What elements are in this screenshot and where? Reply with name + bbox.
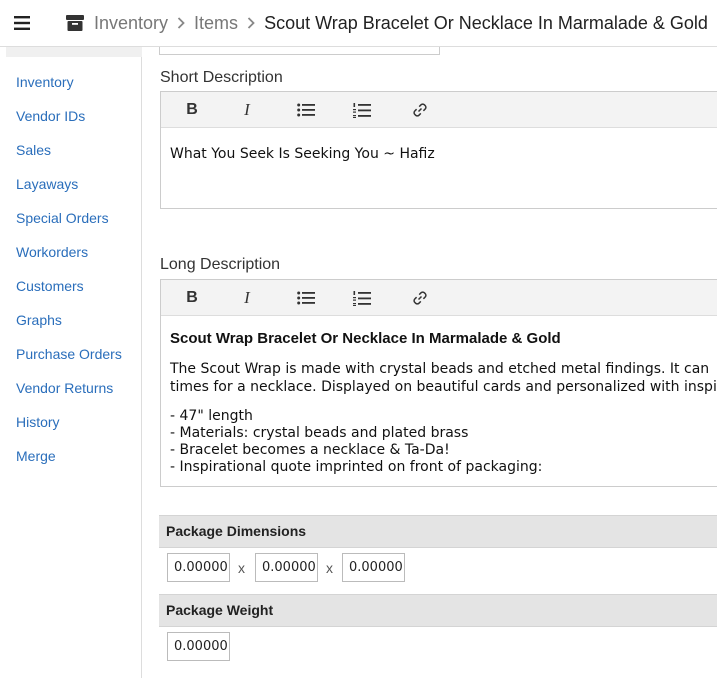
short-description-editor: B I What You Seek Is Seeking You ~ Hafiz xyxy=(160,91,717,209)
sidebar-item-graphs[interactable]: Graphs xyxy=(0,306,141,340)
package-length-input[interactable]: 0.00000 xyxy=(167,553,230,582)
bullet-line: - Inspirational quote imprinted on front… xyxy=(170,459,543,475)
short-description-text[interactable]: What You Seek Is Seeking You ~ Hafiz xyxy=(161,128,717,208)
short-description-label: Short Description xyxy=(160,69,283,86)
sidebar-item-vendor-returns[interactable]: Vendor Returns xyxy=(0,374,141,408)
numbered-list-icon[interactable] xyxy=(347,280,377,316)
long-description-heading: Scout Wrap Bracelet Or Necklace In Marma… xyxy=(170,330,561,347)
sidebar-item-sales[interactable]: Sales xyxy=(0,136,141,170)
bullet-line: - Materials: crystal beads and plated br… xyxy=(170,425,469,441)
menu-icon[interactable] xyxy=(0,0,44,46)
chevron-right-icon xyxy=(177,17,185,29)
package-height-input[interactable]: 0.00000 xyxy=(342,553,405,582)
bulleted-list-icon[interactable] xyxy=(291,280,321,316)
dimension-separator: x xyxy=(326,560,333,576)
sidebar-item-history[interactable]: History xyxy=(0,408,141,442)
sidebar-item-inventory[interactable]: Inventory xyxy=(0,68,141,102)
dimension-separator: x xyxy=(238,560,245,576)
sidebar-item-layaways[interactable]: Layaways xyxy=(0,170,141,204)
long-description-paragraph-line: The Scout Wrap is made with crystal bead… xyxy=(170,361,710,377)
editor-toolbar: B I xyxy=(161,280,717,316)
sidebar-item-merge[interactable]: Merge xyxy=(0,442,141,476)
breadcrumb-inventory[interactable]: Inventory xyxy=(94,13,168,34)
previous-field[interactable] xyxy=(159,47,440,55)
archive-icon xyxy=(66,14,84,32)
sidebar-item-special-orders[interactable]: Special Orders xyxy=(0,204,141,238)
package-weight-header: Package Weight xyxy=(159,594,717,627)
sidebar-item-purchase-orders[interactable]: Purchase Orders xyxy=(0,340,141,374)
long-description-editor: B I Scout Wrap Bracelet Or Necklace In M… xyxy=(160,279,717,487)
bold-icon[interactable]: B xyxy=(177,280,207,316)
sidebar-nav: Inventory Vendor IDs Sales Layaways Spec… xyxy=(0,68,141,476)
link-icon[interactable] xyxy=(405,280,435,316)
sidebar-item-workorders[interactable]: Workorders xyxy=(0,238,141,272)
main-content: Short Description B I What You Seek Is S… xyxy=(142,47,717,678)
editor-toolbar: B I xyxy=(161,92,717,128)
bullet-line: - 47" length xyxy=(170,408,253,424)
long-description-bullets: - 47" length - Materials: crystal beads … xyxy=(170,408,717,476)
breadcrumb-current-item: Scout Wrap Bracelet Or Necklace In Marma… xyxy=(264,12,708,33)
sidebar-item-vendor-ids[interactable]: Vendor IDs xyxy=(0,102,141,136)
italic-icon[interactable]: I xyxy=(232,92,262,128)
long-description-text[interactable]: Scout Wrap Bracelet Or Necklace In Marma… xyxy=(161,316,717,486)
long-description-label: Long Description xyxy=(160,256,281,273)
sidebar: Web Store Inventory Vendor IDs Sales Lay… xyxy=(0,37,142,678)
package-dimensions-header: Package Dimensions xyxy=(159,515,717,548)
bulleted-list-icon[interactable] xyxy=(291,92,321,128)
bullet-line: - Bracelet becomes a necklace & Ta-Da! xyxy=(170,442,450,458)
top-bar: Inventory Items Scout Wrap Bracelet Or N… xyxy=(0,0,717,47)
package-weight-input[interactable]: 0.00000 xyxy=(167,632,230,661)
sidebar-item-customers[interactable]: Customers xyxy=(0,272,141,306)
package-width-input[interactable]: 0.00000 xyxy=(255,553,318,582)
link-icon[interactable] xyxy=(405,92,435,128)
breadcrumb: Inventory Items Scout Wrap Bracelet Or N… xyxy=(94,13,708,34)
italic-icon[interactable]: I xyxy=(232,280,262,316)
breadcrumb-items[interactable]: Items xyxy=(194,13,238,34)
long-description-paragraph-line: times for a necklace. Displayed on beaut… xyxy=(170,379,717,395)
bold-icon[interactable]: B xyxy=(177,92,207,128)
numbered-list-icon[interactable] xyxy=(347,92,377,128)
chevron-right-icon xyxy=(247,17,255,29)
